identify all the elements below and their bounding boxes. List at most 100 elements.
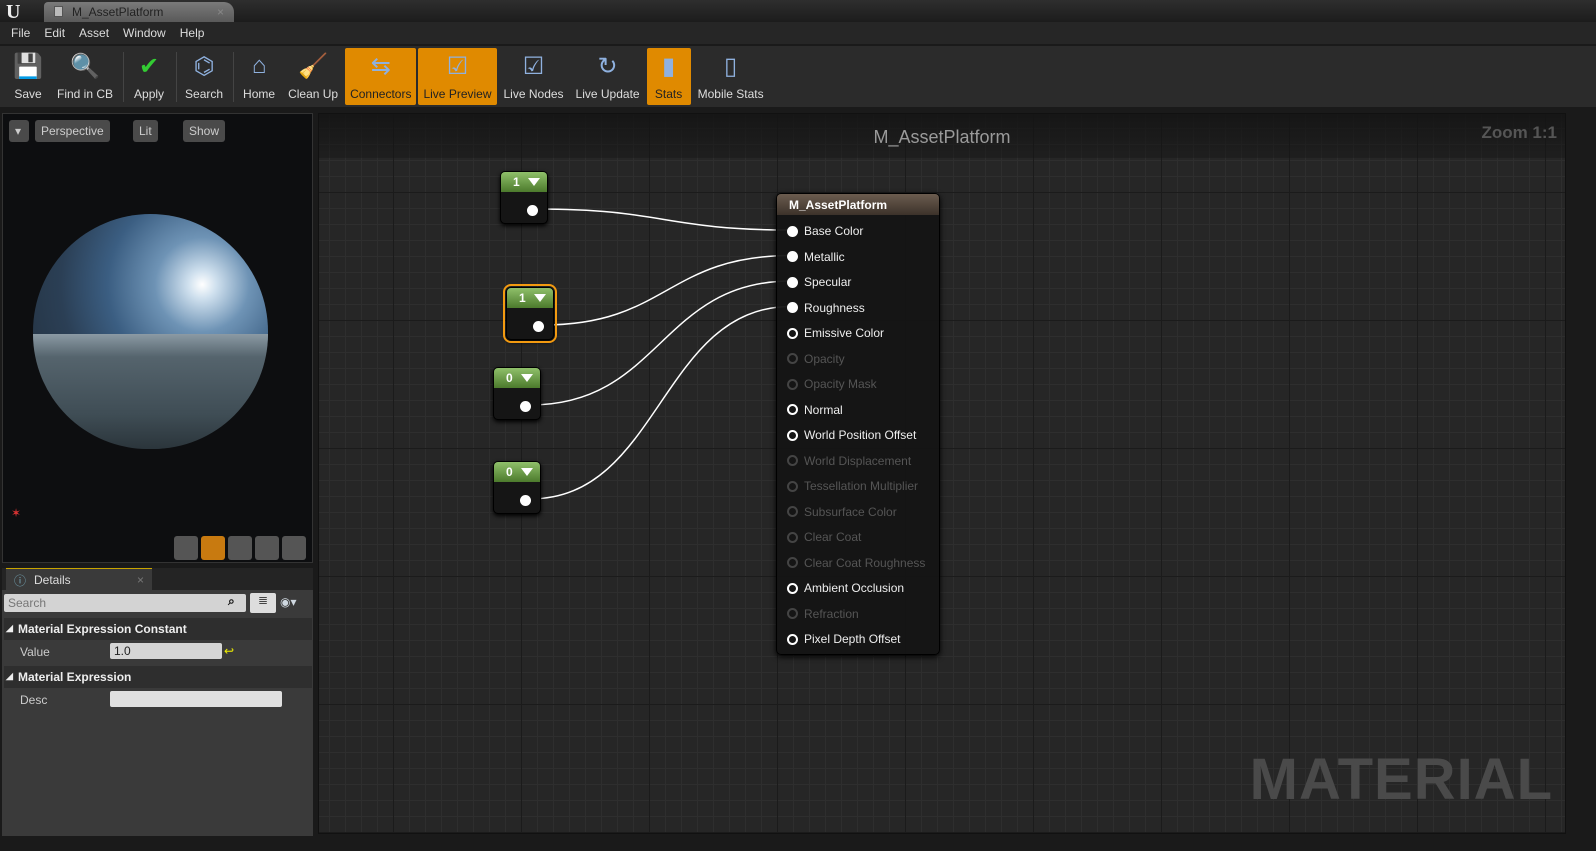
input-pin-metallic[interactable]: Metallic [787,248,845,266]
button-label: Live Nodes [503,87,564,101]
cube-preview-button[interactable] [255,536,279,560]
pin-label: Clear Coat [804,530,862,544]
input-pin-normal[interactable]: Normal [787,401,843,419]
menu-help[interactable]: Help [173,22,212,44]
button-label: Save [14,87,42,101]
output-pin[interactable] [520,401,531,412]
constant-node[interactable]: 1 [500,171,548,224]
input-pin-world-displacement[interactable]: World Displacement [787,452,911,470]
pin-icon [787,302,798,313]
clean-up-button[interactable]: 🧹 Clean Up [283,48,343,105]
details-tab[interactable]: ⓘ Details × [6,568,152,590]
menu-window[interactable]: Window [116,22,173,44]
home-button[interactable]: ⌂ Home [237,48,281,105]
input-pin-opacity-mask[interactable]: Opacity Mask [787,375,877,393]
input-pin-refraction[interactable]: Refraction [787,605,859,623]
output-pin[interactable] [533,321,544,332]
wire [529,280,792,406]
viewport-options-dropdown[interactable]: ▾ [9,120,29,142]
input-pin-tessellation-multiplier[interactable]: Tessellation Multiplier [787,477,918,495]
pin-label: Metallic [804,249,845,264]
mobile-stats-button[interactable]: ▯ Mobile Stats [693,48,769,105]
node-title: M_AssetPlatform [777,194,939,215]
eye-visibility-icon[interactable]: ◉▾ [280,595,297,609]
menu-edit[interactable]: Edit [37,22,72,44]
broom-icon: 🧹 [298,52,329,80]
list-view-icon[interactable]: ≣ [250,593,276,613]
preview-viewport[interactable]: ▾ Perspective Lit Show ✶ [2,113,313,563]
button-label: Live Update [575,87,640,101]
desc-row: Desc [4,688,312,712]
material-graph[interactable]: M_AssetPlatform Zoom 1:1 MATERIAL M_Asse… [318,113,1566,834]
pin-icon [787,531,798,543]
input-pin-subsurface-color[interactable]: Subsurface Color [787,503,897,521]
input-pin-clear-coat-roughness[interactable]: Clear Coat Roughness [787,554,925,572]
pin-icon [787,327,798,339]
input-pin-opacity[interactable]: Opacity [787,350,845,368]
magnifier-icon: 🔍 [70,52,100,80]
unreal-logo: U [6,1,21,23]
sphere-preview-button[interactable] [201,536,225,560]
menu-bar: File Edit Asset Window Help [0,22,1596,44]
asset-tab[interactable]: M_AssetPlatform × [44,2,234,22]
show-button[interactable]: Show [183,120,226,142]
constant-node[interactable]: 0 [493,461,541,514]
input-pin-clear-coat[interactable]: Clear Coat [787,528,861,546]
button-label: Live Preview [423,87,492,101]
mesh-preview-button[interactable] [282,536,306,560]
live-preview-button[interactable]: ☑ Live Preview [418,48,497,105]
toolbar-separator [176,52,178,102]
pin-label: Clear Coat Roughness [804,555,926,570]
constant-value: 1 [501,172,547,192]
graph-title: M_AssetPlatform [319,114,1565,158]
axis-gizmo-icon: ✶ [11,506,22,520]
output-pin[interactable] [520,495,531,506]
details-search-input[interactable]: Search [4,594,246,612]
pin-label: Tessellation Multiplier [804,479,919,493]
value-input[interactable]: 1.0 [110,643,222,659]
cylinder-preview-button[interactable] [174,536,198,560]
input-pin-base-color[interactable]: Base Color [787,222,863,240]
button-label: Home [243,87,276,101]
pin-icon [787,251,798,262]
menu-file[interactable]: File [4,22,37,44]
wire [536,208,792,231]
input-pin-roughness[interactable]: Roughness [787,299,865,317]
pin-label: Subsurface Color [804,504,897,519]
menu-asset[interactable]: Asset [72,22,116,44]
desc-input[interactable] [110,691,282,707]
pin-icon [787,608,798,619]
close-icon[interactable]: × [137,573,144,587]
input-pin-emissive-color[interactable]: Emissive Color [787,324,884,342]
section-header[interactable]: ◢ Material Expression Constant [4,618,312,640]
pin-label: Refraction [804,606,859,621]
reset-to-default-icon[interactable]: ↩ [224,644,234,658]
find-in-cb-button[interactable]: 🔍 Find in CB [52,48,118,105]
pin-icon [787,582,798,594]
plane-preview-button[interactable] [228,536,252,560]
apply-button[interactable]: ✔ Apply [127,48,171,105]
perspective-button[interactable]: Perspective [35,120,110,142]
output-pin[interactable] [527,205,538,216]
material-output-node[interactable]: M_AssetPlatform Base Color Metallic Specula… [776,193,940,655]
constant-node[interactable]: 0 [493,367,541,420]
stats-button[interactable]: ▮ Stats [646,48,691,105]
toolbar-separator [123,52,125,102]
lit-button[interactable]: Lit [133,120,158,142]
input-pin-world-position-offset[interactable]: World Position Offset [787,426,916,444]
close-tab-icon[interactable]: × [217,5,224,19]
home-icon: ⌂ [251,52,267,79]
section-header[interactable]: ◢ Material Expression [4,666,312,688]
save-button[interactable]: 💾 Save [6,48,50,105]
pin-label: World Displacement [804,453,912,468]
wire [542,254,792,326]
search-button[interactable]: ⌬ Search [180,48,228,105]
input-pin-ambient-occlusion[interactable]: Ambient Occlusion [787,579,904,597]
input-pin-pixel-depth-offset[interactable]: Pixel Depth Offset [787,630,901,648]
connectors-button[interactable]: ⇆ Connectors [345,48,417,105]
live-nodes-button[interactable]: ☑ Live Nodes [499,48,569,105]
constant-node[interactable]: 1 [503,284,557,343]
button-label: Find in CB [57,87,114,101]
live-update-button[interactable]: ↻ Live Update [571,48,645,105]
input-pin-specular[interactable]: Specular [787,273,851,291]
